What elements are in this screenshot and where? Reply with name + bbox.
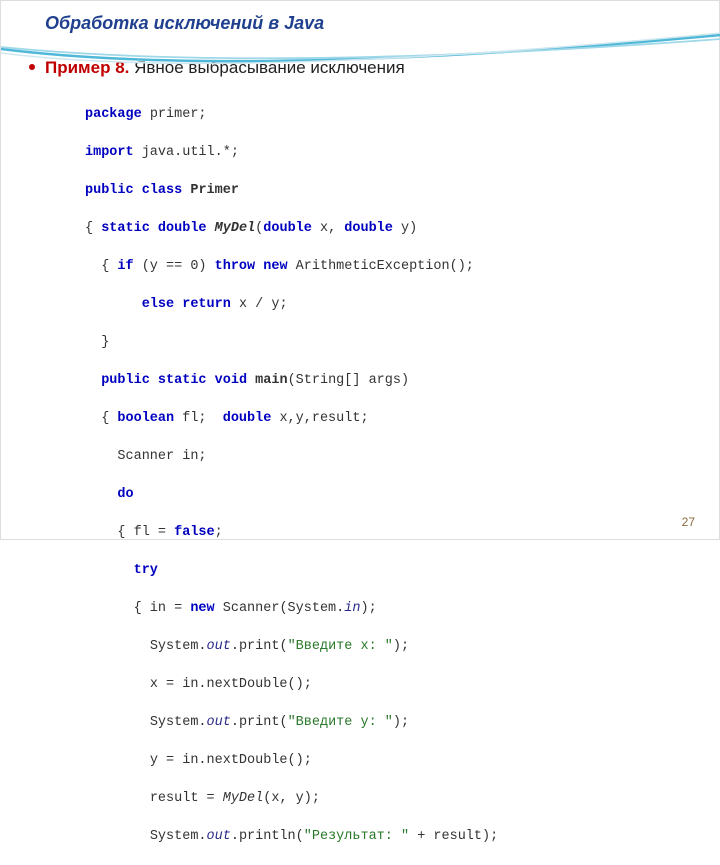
slide-title: Обработка исключений в Java xyxy=(1,1,719,38)
bullet-icon xyxy=(29,64,35,70)
example-text: Явное выбрасывание исключения xyxy=(129,58,404,77)
code-block: package primer; import java.util.*; publ… xyxy=(1,84,719,865)
example-heading: Пример 8. Явное выбрасывание исключения xyxy=(1,38,719,84)
page-number: 27 xyxy=(682,515,695,529)
example-label: Пример 8. xyxy=(45,58,129,77)
